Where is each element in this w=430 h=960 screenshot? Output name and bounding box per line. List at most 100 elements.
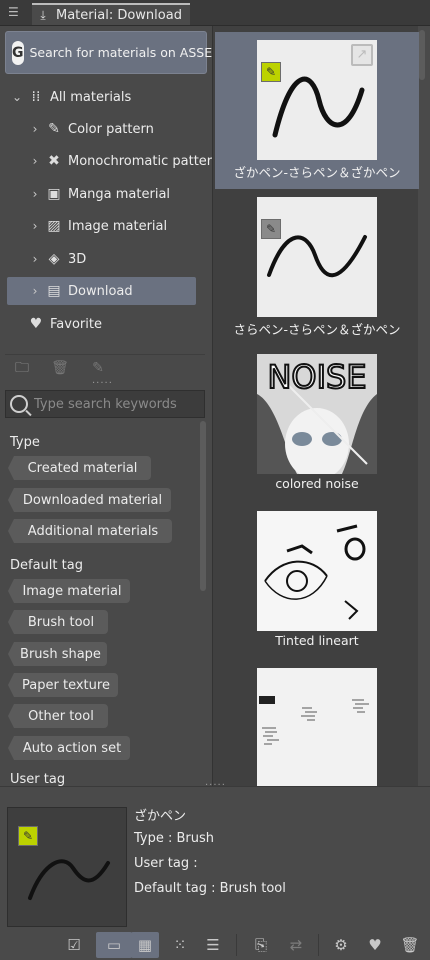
list-view-icon[interactable]: ☰	[200, 932, 226, 958]
tree-action-bar: 🗀 🗑 ✎	[5, 354, 205, 380]
tree-item-all-materials[interactable]: ⌄ ⁞⁞ All materials	[12, 83, 131, 111]
tag-additional-materials[interactable]: Additional materials	[8, 519, 172, 543]
tag-created-material[interactable]: Created material	[8, 456, 151, 480]
color-pattern-icon: ✎	[48, 121, 60, 137]
chevron-right-icon[interactable]: ›	[30, 154, 40, 168]
toolbar-separator	[318, 934, 319, 956]
assets-logo-icon: G	[12, 40, 24, 65]
tree-item-label: Favorite	[50, 316, 102, 332]
tree-item-color-pattern[interactable]: › ✎ Color pattern	[30, 115, 154, 143]
left-scrollbar[interactable]	[200, 421, 206, 591]
tag-other-tool[interactable]: Other tool	[8, 704, 108, 728]
material-tree-panel: G Search for materials on ASSETS ⌄ ⁞⁞ Al…	[0, 26, 228, 786]
material-card[interactable]: Tinted lineart	[215, 503, 419, 660]
heart-icon[interactable]: ♥	[362, 932, 388, 958]
search-assets-button[interactable]: G Search for materials on ASSETS	[5, 31, 228, 74]
tree-item-label: Manga material	[68, 186, 171, 202]
right-scrollbar[interactable]	[419, 30, 425, 80]
trash-icon[interactable]: 🗑	[397, 932, 423, 958]
replace-icon[interactable]: ⇄	[283, 932, 309, 958]
material-thumbnail: NOISE	[257, 354, 377, 474]
download-icon: ⤓	[40, 8, 46, 22]
keyword-search-field[interactable]	[5, 390, 205, 418]
download-folder-icon: ▤	[47, 283, 61, 299]
cube-icon: ◈	[48, 251, 60, 267]
tree-item-download[interactable]: › ▤ Download	[7, 277, 196, 305]
lineart-preview	[264, 524, 366, 620]
new-folder-icon[interactable]: 🗀	[11, 358, 33, 378]
tree-item-monochromatic-pattern[interactable]: › ✖ Monochromatic pattern	[30, 147, 221, 175]
panel-menu-icon[interactable]: ☰	[8, 5, 22, 19]
tag-auto-action-set[interactable]: Auto action set	[8, 736, 130, 760]
tab-material-download[interactable]: ⤓ Material: Download	[32, 3, 190, 25]
detail-type: Type : Brush	[134, 831, 215, 846]
material-thumbnail	[257, 511, 377, 631]
mono-pattern-icon: ✖	[48, 153, 60, 169]
detail-view-icon[interactable]: ▭	[96, 932, 132, 958]
import-icon[interactable]: ⎘	[248, 932, 274, 958]
tag-image-material[interactable]: Image material	[8, 579, 130, 603]
material-name: さらペン-さらペン＆ざかペン	[233, 322, 401, 337]
chevron-right-icon[interactable]: ›	[30, 252, 40, 266]
grid-dots-icon: ⁞⁞	[31, 89, 41, 105]
paste-to-canvas-icon[interactable]: ☑	[61, 932, 87, 958]
splitter-handle[interactable]: ·····	[92, 378, 113, 389]
tree-item-favorite[interactable]: ♥ Favorite	[26, 310, 102, 338]
brush-icon: ✎	[261, 62, 281, 82]
tree-item-3d[interactable]: › ◈ 3D	[30, 245, 87, 273]
title-bar: ☰ ⤓ Material: Download	[0, 0, 430, 26]
material-thumbnail-list: ✎ ↗ ざかペン-さらペン＆ざかペン ✎ さらペン-さらペン＆ざかペン NOIS…	[212, 26, 419, 786]
chevron-right-icon[interactable]: ›	[30, 187, 40, 201]
texture-preview	[259, 696, 369, 745]
tag-downloaded-material[interactable]: Downloaded material	[8, 488, 171, 512]
brush-stroke-preview	[267, 235, 367, 278]
material-card[interactable]: NOISE colored noise	[215, 346, 419, 503]
brush-icon: ✎	[261, 219, 281, 239]
detail-default-tag: Default tag : Brush tool	[134, 881, 286, 896]
material-name: ざかペン-さらペン＆ざかペン	[233, 165, 401, 180]
detail-user-tag: User tag :	[134, 856, 198, 871]
tree-item-label: Image material	[68, 218, 168, 234]
tree-item-label: All materials	[50, 89, 132, 105]
chevron-right-icon[interactable]: ›	[30, 219, 40, 233]
user-tag-section-label: User tag	[10, 772, 66, 786]
chevron-down-icon[interactable]: ⌄	[12, 90, 22, 104]
tree-item-image-material[interactable]: › ▨ Image material	[30, 212, 168, 240]
noise-illustration: NOISE	[257, 354, 377, 474]
material-card[interactable]	[215, 660, 419, 786]
tree-item-label: 3D	[68, 251, 87, 267]
small-thumbnail-icon[interactable]: ⁙	[167, 932, 193, 958]
tag-paper-texture[interactable]: Paper texture	[8, 673, 118, 697]
chevron-right-icon[interactable]: ›	[30, 284, 40, 298]
search-assets-label: Search for materials on ASSETS	[29, 45, 228, 60]
material-card[interactable]: ✎ さらペン-さらペン＆ざかペン	[215, 189, 419, 346]
toolbar-separator	[236, 934, 237, 956]
open-external-icon[interactable]: ↗	[351, 44, 373, 66]
large-thumbnail-icon[interactable]: ▦	[131, 932, 159, 958]
heart-icon: ♥	[29, 316, 43, 332]
tag-brush-shape[interactable]: Brush shape	[8, 642, 107, 666]
tab-title: Material: Download	[56, 7, 182, 23]
tree-item-label: Monochromatic pattern	[68, 153, 221, 169]
material-thumbnail	[257, 668, 377, 786]
detail-name: ざかペン	[134, 809, 187, 824]
tree-item-label: Color pattern	[68, 121, 154, 137]
material-name: colored noise	[275, 476, 359, 491]
tree-item-manga-material[interactable]: › ▣ Manga material	[30, 180, 170, 208]
brush-icon: ✎	[18, 826, 38, 846]
edit-folder-icon[interactable]: ✎	[87, 358, 109, 378]
search-input[interactable]	[34, 396, 199, 412]
noise-text: NOISE	[267, 358, 366, 396]
material-name: Tinted lineart	[275, 633, 359, 648]
delete-folder-icon[interactable]: 🗑	[49, 358, 71, 378]
material-thumbnail: ✎	[257, 197, 377, 317]
chevron-right-icon[interactable]: ›	[30, 122, 40, 136]
tag-brush-tool[interactable]: Brush tool	[8, 610, 108, 634]
image-icon: ▨	[47, 218, 61, 234]
gear-icon[interactable]: ⚙	[328, 932, 354, 958]
manga-icon: ▣	[47, 186, 61, 202]
material-card[interactable]: ✎ ↗ ざかペン-さらペン＆ざかペン	[215, 32, 419, 189]
material-detail-panel: ✎ ざかペン Type : Brush User tag : Default t…	[0, 786, 430, 928]
tree-item-label: Download	[68, 283, 133, 299]
type-section-label: Type	[10, 435, 40, 450]
